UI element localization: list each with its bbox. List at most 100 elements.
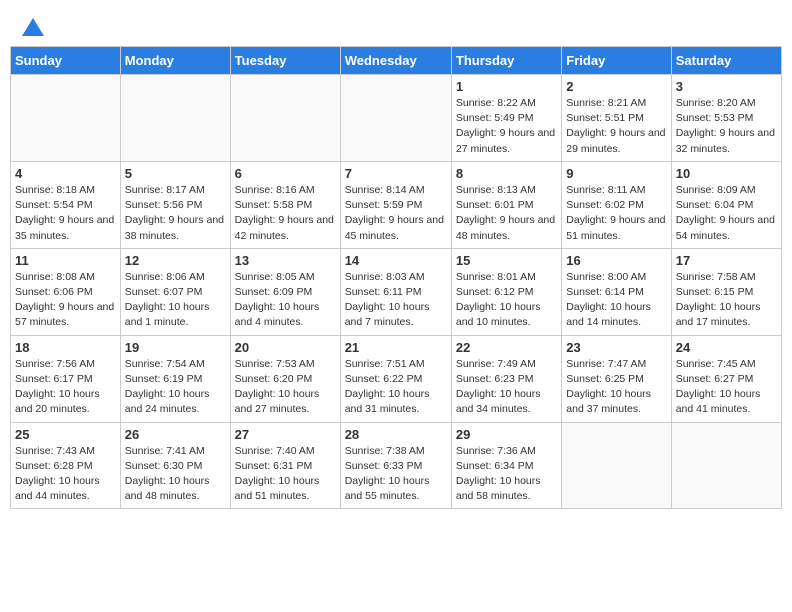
day-info: Sunrise: 7:45 AM Sunset: 6:27 PM Dayligh… xyxy=(676,357,777,418)
day-info: Sunrise: 8:20 AM Sunset: 5:53 PM Dayligh… xyxy=(676,96,777,157)
day-info: Sunrise: 8:00 AM Sunset: 6:14 PM Dayligh… xyxy=(566,270,666,331)
calendar-cell: 10 Sunrise: 8:09 AM Sunset: 6:04 PM Dayli… xyxy=(671,161,781,248)
day-info: Sunrise: 7:41 AM Sunset: 6:30 PM Dayligh… xyxy=(125,444,226,505)
column-header-tuesday: Tuesday xyxy=(230,47,340,75)
day-number: 24 xyxy=(676,340,777,355)
calendar-cell xyxy=(120,75,230,162)
day-number: 19 xyxy=(125,340,226,355)
day-info: Sunrise: 7:40 AM Sunset: 6:31 PM Dayligh… xyxy=(235,444,336,505)
calendar-cell: 25Sunrise: 7:43 AM Sunset: 6:28 PM Dayli… xyxy=(11,422,121,509)
column-header-friday: Friday xyxy=(562,47,671,75)
day-number: 4 xyxy=(15,166,116,181)
calendar-cell: 20 Sunrise: 7:53 AM Sunset: 6:20 PM Dayli… xyxy=(230,335,340,422)
day-info: Sunrise: 8:17 AM Sunset: 5:56 PM Dayligh… xyxy=(125,183,226,244)
calendar-cell: 17 Sunrise: 7:58 AM Sunset: 6:15 PM Dayli… xyxy=(671,248,781,335)
calendar-cell xyxy=(230,75,340,162)
day-number: 18 xyxy=(15,340,116,355)
day-number: 28 xyxy=(345,427,447,442)
day-info: Sunrise: 7:51 AM Sunset: 6:22 PM Dayligh… xyxy=(345,357,447,418)
calendar-cell: 8 Sunrise: 8:13 AM Sunset: 6:01 PM Daylig… xyxy=(451,161,561,248)
day-number: 20 xyxy=(235,340,336,355)
day-number: 25 xyxy=(15,427,116,442)
calendar-cell: 18 Sunrise: 7:56 AM Sunset: 6:17 PM Dayli… xyxy=(11,335,121,422)
day-info: Sunrise: 7:58 AM Sunset: 6:15 PM Dayligh… xyxy=(676,270,777,331)
day-info: Sunrise: 8:08 AM Sunset: 6:06 PM Dayligh… xyxy=(15,270,116,331)
day-number: 6 xyxy=(235,166,336,181)
day-info: Sunrise: 8:05 AM Sunset: 6:09 PM Dayligh… xyxy=(235,270,336,331)
day-number: 27 xyxy=(235,427,336,442)
day-info: Sunrise: 7:38 AM Sunset: 6:33 PM Dayligh… xyxy=(345,444,447,505)
day-number: 10 xyxy=(676,166,777,181)
column-header-wednesday: Wednesday xyxy=(340,47,451,75)
calendar-cell: 6 Sunrise: 8:16 AM Sunset: 5:58 PM Daylig… xyxy=(230,161,340,248)
column-header-monday: Monday xyxy=(120,47,230,75)
day-info: Sunrise: 7:53 AM Sunset: 6:20 PM Dayligh… xyxy=(235,357,336,418)
day-number: 11 xyxy=(15,253,116,268)
day-number: 22 xyxy=(456,340,557,355)
calendar-cell: 12Sunrise: 8:06 AM Sunset: 6:07 PM Dayli… xyxy=(120,248,230,335)
day-info: Sunrise: 8:06 AM Sunset: 6:07 PM Dayligh… xyxy=(125,270,226,331)
calendar-cell: 19 Sunrise: 7:54 AM Sunset: 6:19 PM Dayli… xyxy=(120,335,230,422)
calendar-cell: 15 Sunrise: 8:01 AM Sunset: 6:12 PM Dayli… xyxy=(451,248,561,335)
day-info: Sunrise: 8:11 AM Sunset: 6:02 PM Dayligh… xyxy=(566,183,666,244)
calendar-cell: 3 Sunrise: 8:20 AM Sunset: 5:53 PM Daylig… xyxy=(671,75,781,162)
day-number: 15 xyxy=(456,253,557,268)
day-info: Sunrise: 7:54 AM Sunset: 6:19 PM Dayligh… xyxy=(125,357,226,418)
logo xyxy=(20,20,44,36)
day-info: Sunrise: 7:56 AM Sunset: 6:17 PM Dayligh… xyxy=(15,357,116,418)
calendar-cell: 24 Sunrise: 7:45 AM Sunset: 6:27 PM Dayli… xyxy=(671,335,781,422)
day-info: Sunrise: 7:49 AM Sunset: 6:23 PM Dayligh… xyxy=(456,357,557,418)
day-number: 26 xyxy=(125,427,226,442)
day-info: Sunrise: 8:14 AM Sunset: 5:59 PM Dayligh… xyxy=(345,183,447,244)
day-number: 8 xyxy=(456,166,557,181)
calendar-row-1: 1 Sunrise: 8:22 AM Sunset: 5:49 PM Daylig… xyxy=(11,75,782,162)
column-header-sunday: Sunday xyxy=(11,47,121,75)
calendar-cell: 29Sunrise: 7:36 AM Sunset: 6:34 PM Dayli… xyxy=(451,422,561,509)
day-number: 14 xyxy=(345,253,447,268)
column-header-saturday: Saturday xyxy=(671,47,781,75)
day-info: Sunrise: 8:21 AM Sunset: 5:51 PM Dayligh… xyxy=(566,96,666,157)
footer-note xyxy=(10,509,782,519)
day-number: 3 xyxy=(676,79,777,94)
calendar-cell: 26 Sunrise: 7:41 AM Sunset: 6:30 PM Dayli… xyxy=(120,422,230,509)
calendar-cell: 5Sunrise: 8:17 AM Sunset: 5:56 PM Daylig… xyxy=(120,161,230,248)
day-number: 1 xyxy=(456,79,557,94)
calendar-row-5: 25Sunrise: 7:43 AM Sunset: 6:28 PM Dayli… xyxy=(11,422,782,509)
calendar-row-4: 18 Sunrise: 7:56 AM Sunset: 6:17 PM Dayli… xyxy=(11,335,782,422)
calendar-cell: 16 Sunrise: 8:00 AM Sunset: 6:14 PM Dayli… xyxy=(562,248,671,335)
calendar-cell: 23Sunrise: 7:47 AM Sunset: 6:25 PM Dayli… xyxy=(562,335,671,422)
day-info: Sunrise: 8:01 AM Sunset: 6:12 PM Dayligh… xyxy=(456,270,557,331)
calendar-cell: 22 Sunrise: 7:49 AM Sunset: 6:23 PM Dayli… xyxy=(451,335,561,422)
day-number: 21 xyxy=(345,340,447,355)
calendar-cell: 11 Sunrise: 8:08 AM Sunset: 6:06 PM Dayli… xyxy=(11,248,121,335)
calendar-cell: 14 Sunrise: 8:03 AM Sunset: 6:11 PM Dayli… xyxy=(340,248,451,335)
calendar-cell: 28 Sunrise: 7:38 AM Sunset: 6:33 PM Dayli… xyxy=(340,422,451,509)
day-info: Sunrise: 8:09 AM Sunset: 6:04 PM Dayligh… xyxy=(676,183,777,244)
calendar-cell: 7 Sunrise: 8:14 AM Sunset: 5:59 PM Daylig… xyxy=(340,161,451,248)
calendar-cell xyxy=(340,75,451,162)
day-number: 17 xyxy=(676,253,777,268)
day-info: Sunrise: 8:22 AM Sunset: 5:49 PM Dayligh… xyxy=(456,96,557,157)
day-info: Sunrise: 8:13 AM Sunset: 6:01 PM Dayligh… xyxy=(456,183,557,244)
column-header-thursday: Thursday xyxy=(451,47,561,75)
day-number: 7 xyxy=(345,166,447,181)
calendar-header-row: SundayMondayTuesdayWednesdayThursdayFrid… xyxy=(11,47,782,75)
calendar-cell: 21 Sunrise: 7:51 AM Sunset: 6:22 PM Dayli… xyxy=(340,335,451,422)
day-info: Sunrise: 8:18 AM Sunset: 5:54 PM Dayligh… xyxy=(15,183,116,244)
calendar-cell: 1 Sunrise: 8:22 AM Sunset: 5:49 PM Daylig… xyxy=(451,75,561,162)
calendar-cell xyxy=(11,75,121,162)
calendar-cell xyxy=(562,422,671,509)
calendar-cell: 27 Sunrise: 7:40 AM Sunset: 6:31 PM Dayli… xyxy=(230,422,340,509)
day-info: Sunrise: 7:36 AM Sunset: 6:34 PM Dayligh… xyxy=(456,444,557,505)
day-number: 16 xyxy=(566,253,666,268)
calendar-cell: 4 Sunrise: 8:18 AM Sunset: 5:54 PM Daylig… xyxy=(11,161,121,248)
header xyxy=(10,10,782,41)
calendar-cell: 2Sunrise: 8:21 AM Sunset: 5:51 PM Daylig… xyxy=(562,75,671,162)
day-number: 13 xyxy=(235,253,336,268)
calendar-table: SundayMondayTuesdayWednesdayThursdayFrid… xyxy=(10,46,782,509)
day-info: Sunrise: 8:16 AM Sunset: 5:58 PM Dayligh… xyxy=(235,183,336,244)
day-info: Sunrise: 7:47 AM Sunset: 6:25 PM Dayligh… xyxy=(566,357,666,418)
day-info: Sunrise: 8:03 AM Sunset: 6:11 PM Dayligh… xyxy=(345,270,447,331)
calendar-cell xyxy=(671,422,781,509)
calendar-row-3: 11 Sunrise: 8:08 AM Sunset: 6:06 PM Dayli… xyxy=(11,248,782,335)
